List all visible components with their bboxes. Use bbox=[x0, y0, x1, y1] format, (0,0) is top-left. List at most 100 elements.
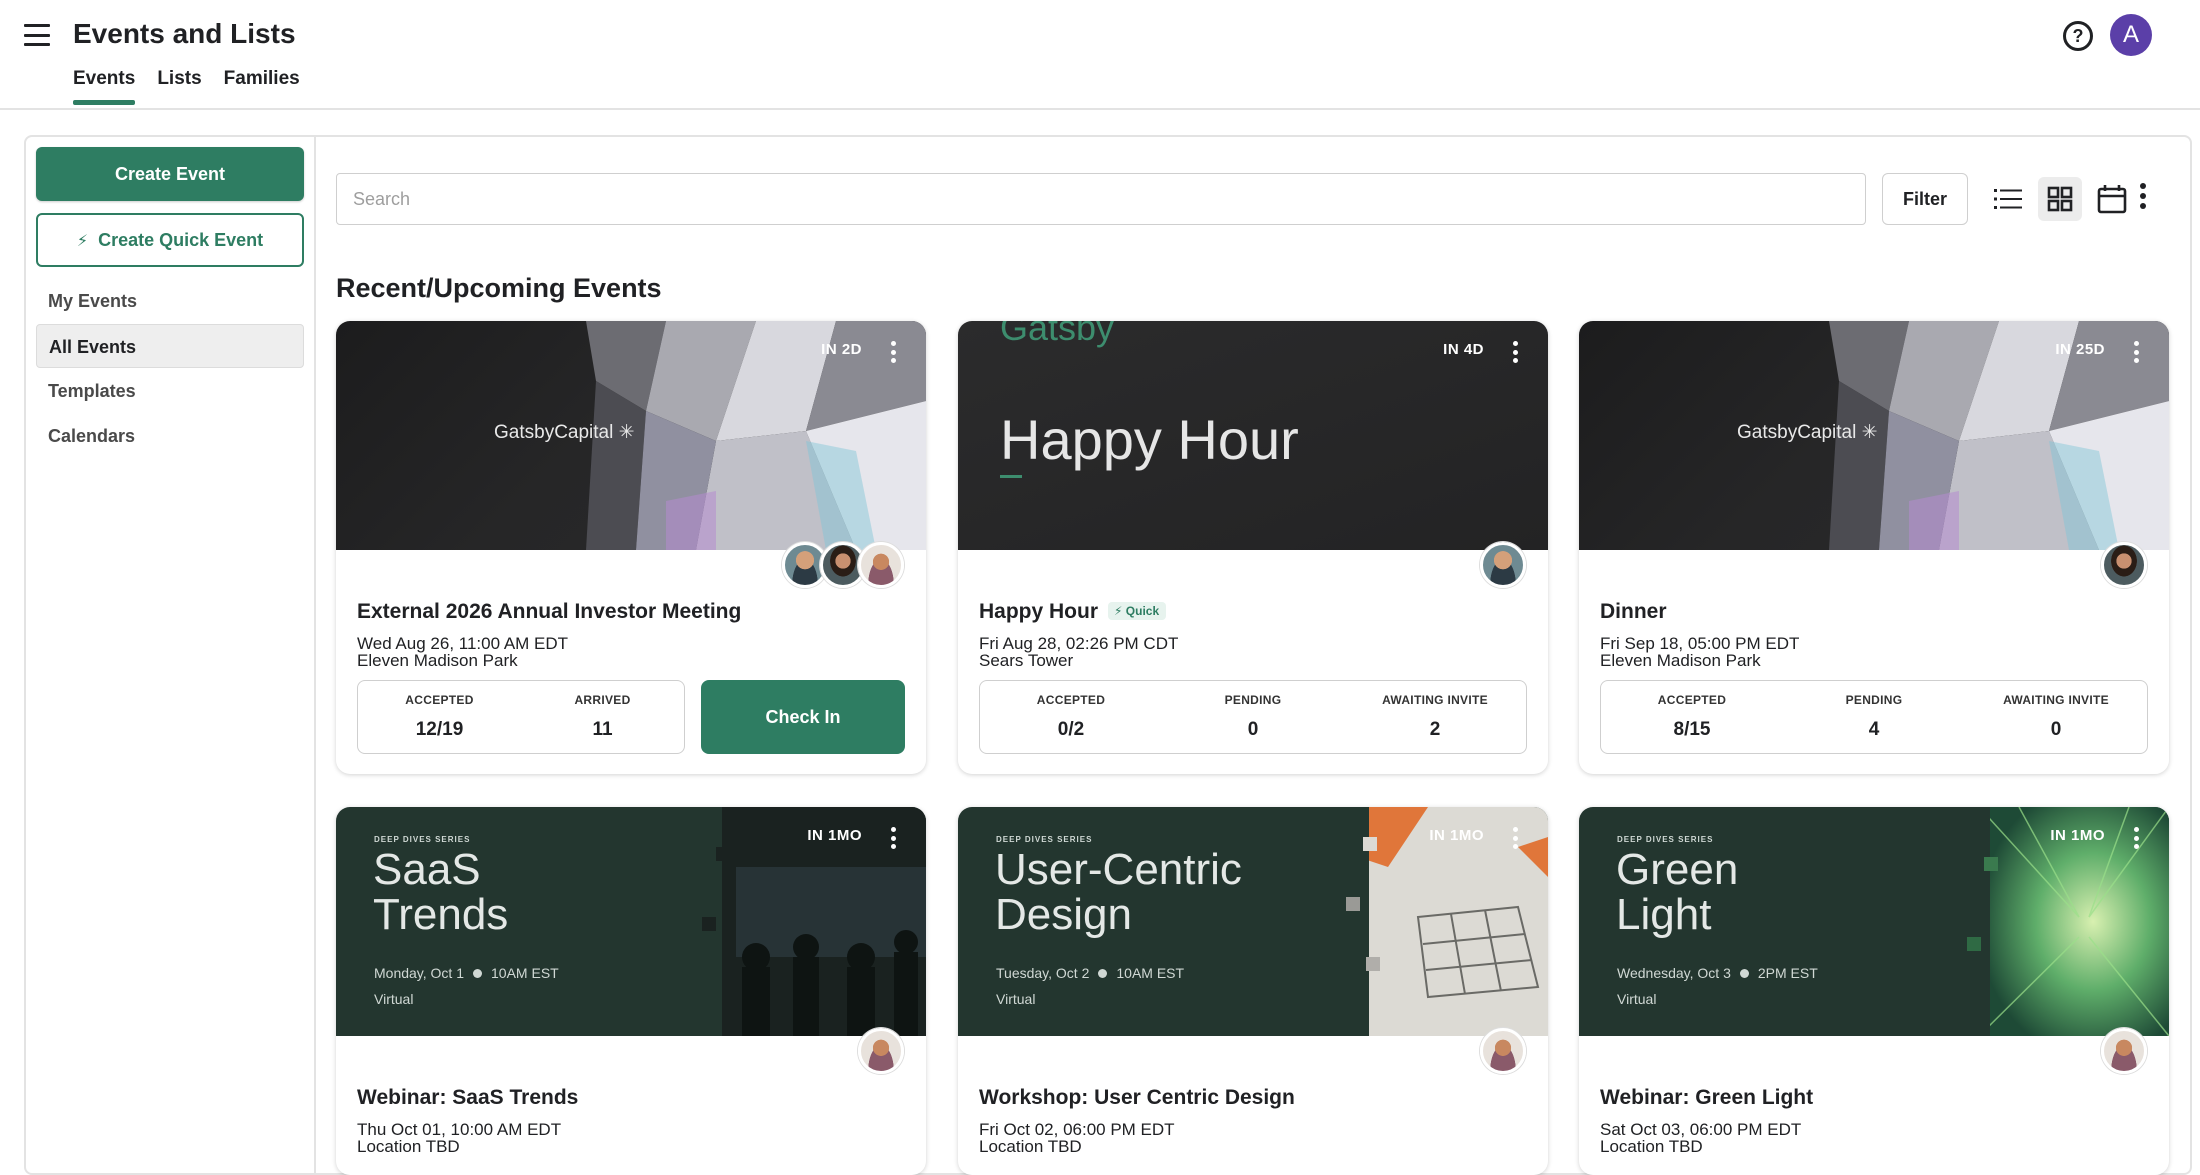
card-menu-icon[interactable] bbox=[2131, 827, 2141, 853]
series-label: DEEP DIVES SERIES bbox=[996, 835, 1093, 844]
image-time: 10AM EST bbox=[1116, 965, 1185, 981]
event-stats: ACCEPTED 0/2 PENDING 0 AWAITING INVITE 2 bbox=[979, 680, 1527, 754]
event-cover-image: DEEP DIVES SERIES SaaS Trends Monday, Oct… bbox=[336, 807, 926, 1036]
lightning-icon: ⚡︎ bbox=[76, 233, 89, 250]
event-location: Sears Tower bbox=[979, 651, 1074, 670]
grid-view-icon[interactable] bbox=[2038, 177, 2082, 221]
event-location: Location TBD bbox=[979, 1137, 1082, 1156]
sidebar-item-templates[interactable]: Templates bbox=[36, 369, 304, 413]
menu-icon[interactable] bbox=[24, 24, 50, 46]
sidebar-item-my-events[interactable]: My Events bbox=[36, 279, 304, 323]
stat-value: 2 bbox=[1429, 719, 1441, 740]
card-menu-icon[interactable] bbox=[1510, 827, 1520, 853]
accent-line bbox=[1000, 475, 1022, 478]
quick-badge: ⚡︎ Quick bbox=[1108, 602, 1167, 620]
card-menu-icon[interactable] bbox=[888, 341, 898, 367]
calendar-view-icon[interactable] bbox=[2090, 177, 2134, 221]
filter-button[interactable]: Filter bbox=[1882, 173, 1968, 225]
search-input[interactable] bbox=[336, 173, 1866, 225]
image-mode: Virtual bbox=[374, 991, 414, 1007]
card-menu-icon[interactable] bbox=[888, 827, 898, 853]
lightning-icon: ⚡︎ bbox=[1114, 604, 1126, 618]
event-title: Workshop: User Centric Design bbox=[979, 1086, 1295, 1109]
check-in-button[interactable]: Check In bbox=[701, 680, 905, 754]
tab-families[interactable]: Families bbox=[224, 68, 300, 104]
event-date: Wed Aug 26, 11:00 AM EDT bbox=[357, 634, 569, 653]
event-card[interactable]: DEEP DIVES SERIES Green Light Wednesday, … bbox=[1579, 807, 2169, 1175]
event-card[interactable]: Gatsby Happy Hour IN 4D Happy Hour ⚡︎ Qui… bbox=[958, 321, 1548, 774]
stat-label: ACCEPTED bbox=[1657, 693, 1727, 707]
image-meta: Monday, Oct 1 10AM EST bbox=[374, 965, 559, 981]
event-date: Thu Oct 01, 10:00 AM EDT bbox=[357, 1120, 562, 1139]
tab-bar: Events Lists Families bbox=[73, 68, 322, 105]
image-title-text: Green Light bbox=[1616, 847, 1738, 937]
image-mode: Virtual bbox=[1617, 991, 1657, 1007]
help-icon[interactable]: ? bbox=[2063, 21, 2093, 51]
stat-value: 0 bbox=[2050, 719, 2062, 740]
image-meta: Wednesday, Oct 3 2PM EST bbox=[1617, 965, 1818, 981]
image-mode: Virtual bbox=[996, 991, 1036, 1007]
image-logo-text: GatsbyCapital ✳ bbox=[1737, 422, 1878, 443]
image-title-text: User-Centric Design bbox=[995, 847, 1242, 937]
image-meta: Tuesday, Oct 2 10AM EST bbox=[996, 965, 1184, 981]
user-avatar[interactable]: A bbox=[2110, 14, 2152, 56]
event-location: Location TBD bbox=[1600, 1137, 1703, 1156]
event-card[interactable]: GatsbyCapital ✳ IN 2D External 2026 Annu… bbox=[336, 321, 926, 774]
countdown-badge: IN 2D bbox=[821, 341, 862, 358]
image-title-line: Trends bbox=[373, 890, 509, 939]
stat-value: 0 bbox=[1247, 719, 1259, 740]
image-day: Wednesday, Oct 3 bbox=[1617, 965, 1731, 981]
quick-badge-label: Quick bbox=[1125, 604, 1160, 618]
event-location: Location TBD bbox=[357, 1137, 460, 1156]
stat-label: ARRIVED bbox=[574, 693, 631, 707]
card-menu-icon[interactable] bbox=[1510, 341, 1520, 367]
event-stats: ACCEPTED 8/15 PENDING 4 AWAITING INVITE 0 bbox=[1600, 680, 2148, 754]
tab-events[interactable]: Events bbox=[73, 68, 136, 105]
image-title-line: Green bbox=[1616, 845, 1739, 894]
sidebar-nav: My Events All Events Templates Calendars bbox=[36, 279, 304, 459]
event-title: External 2026 Annual Investor Meeting bbox=[357, 600, 742, 623]
stat-label: ACCEPTED bbox=[1036, 693, 1106, 707]
stat-value: 4 bbox=[1868, 719, 1880, 740]
event-cover-image: DEEP DIVES SERIES Green Light Wednesday, … bbox=[1579, 807, 2169, 1036]
countdown-badge: IN 25D bbox=[2055, 341, 2105, 358]
event-stats: ACCEPTED 12/19 ARRIVED 11 bbox=[357, 680, 685, 754]
event-title: Dinner bbox=[1600, 600, 1667, 623]
create-quick-event-button[interactable]: ⚡︎ Create Quick Event bbox=[36, 213, 304, 267]
event-date: Sat Oct 03, 06:00 PM EDT bbox=[1600, 1120, 1802, 1139]
event-title: Webinar: Green Light bbox=[1600, 1086, 1814, 1109]
event-cover-image: GatsbyCapital ✳ IN 25D bbox=[1579, 321, 2169, 550]
image-title-text: SaaS Trends bbox=[373, 847, 508, 937]
event-cover-image: DEEP DIVES SERIES User-Centric Design Tue… bbox=[958, 807, 1548, 1036]
stat-label: PENDING bbox=[1845, 693, 1903, 707]
image-brand-text: Gatsby bbox=[1000, 321, 1115, 348]
more-options-icon[interactable] bbox=[2138, 183, 2148, 213]
tab-lists[interactable]: Lists bbox=[157, 68, 201, 104]
countdown-badge: IN 1MO bbox=[2050, 827, 2105, 844]
event-date: Fri Oct 02, 06:00 PM EDT bbox=[979, 1120, 1175, 1139]
stat-value: 0/2 bbox=[1057, 719, 1085, 740]
list-view-icon[interactable] bbox=[1986, 177, 2030, 221]
image-title-line: SaaS bbox=[373, 845, 481, 894]
main-panel: Create Event ⚡︎ Create Quick Event My Eve… bbox=[24, 135, 2192, 1175]
sidebar-item-calendars[interactable]: Calendars bbox=[36, 414, 304, 458]
image-title-text: Happy Hour bbox=[1000, 408, 1299, 471]
sidebar-item-all-events[interactable]: All Events bbox=[36, 324, 304, 368]
event-card[interactable]: DEEP DIVES SERIES SaaS Trends Monday, Oct… bbox=[336, 807, 926, 1175]
top-app-bar: Events and Lists Events Lists Families ?… bbox=[0, 0, 2200, 110]
event-cover-image: GatsbyCapital ✳ IN 2D bbox=[336, 321, 926, 550]
image-title-line: Design bbox=[995, 890, 1132, 939]
event-card[interactable]: DEEP DIVES SERIES User-Centric Design Tue… bbox=[958, 807, 1548, 1175]
event-card[interactable]: GatsbyCapital ✳ IN 25D Dinner Fri Sep 18… bbox=[1579, 321, 2169, 774]
create-event-button[interactable]: Create Event bbox=[36, 147, 304, 201]
stat-label: AWAITING INVITE bbox=[2003, 693, 2109, 707]
image-time: 2PM EST bbox=[1757, 965, 1818, 981]
event-cover-image: Gatsby Happy Hour IN 4D bbox=[958, 321, 1548, 550]
image-time: 10AM EST bbox=[491, 965, 559, 981]
stat-label: AWAITING INVITE bbox=[1382, 693, 1488, 707]
event-date: Fri Sep 18, 05:00 PM EDT bbox=[1600, 634, 1800, 653]
image-day: Monday, Oct 1 bbox=[374, 965, 465, 981]
event-title: Webinar: SaaS Trends bbox=[357, 1086, 579, 1109]
card-menu-icon[interactable] bbox=[2131, 341, 2141, 367]
stat-value: 12/19 bbox=[415, 719, 464, 740]
